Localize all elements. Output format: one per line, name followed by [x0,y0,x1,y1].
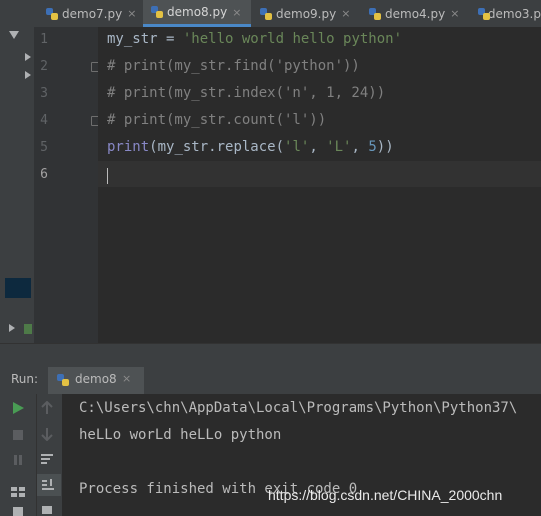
python-run-icon [57,374,69,386]
tab-label: demo8.py [167,5,228,19]
line-number: 1 [40,32,48,47]
python-file-icon [478,7,490,20]
text-caret [107,168,108,184]
run-label: Run: [11,372,39,386]
tab-bar-left-corner [0,0,34,27]
console-line: heLLo worLd heLLo python [79,427,282,443]
collapse-arrow-icon[interactable] [8,30,20,40]
python-file-icon [369,7,381,20]
stop-icon[interactable] [11,428,25,442]
pause-icon[interactable] [11,453,25,467]
toolbar-divider [36,394,37,516]
editor-gutter [34,27,98,343]
expand-arrow-icon[interactable] [24,52,32,62]
project-tree-selection[interactable] [5,278,31,298]
print-icon[interactable] [40,504,54,516]
soft-wrap-icon[interactable] [40,452,54,466]
close-tab-icon[interactable]: × [341,7,350,20]
tab-demo8[interactable]: demo8.py × [143,0,251,27]
tab-label: demo4.py [385,6,446,21]
library-icon [24,324,32,334]
expand-arrow-icon[interactable] [8,323,16,333]
console-line: C:\Users\chn\AppData\Local\Programs\Pyth… [79,400,518,416]
line-number: 5 [40,140,48,155]
scroll-down-icon[interactable] [40,427,54,441]
rerun-icon[interactable] [11,401,25,415]
close-run-tab-icon[interactable]: × [122,372,131,385]
expand-arrow-icon[interactable] [24,70,32,80]
close-tab-icon[interactable]: × [127,7,136,20]
tab-label: demo9.py [276,6,337,21]
tab-demo4[interactable]: demo4.py × [361,0,469,27]
panel-splitter[interactable] [0,343,541,368]
code-line-5: print(my_str.replace('l', 'L', 5)) [107,139,394,155]
tab-demo9[interactable]: demo9.py × [252,0,360,27]
line-number: 2 [40,59,48,74]
python-file-icon [46,7,58,20]
code-line-2: # print(my_str.find('python')) [107,58,360,74]
tab-demo7[interactable]: demo7.py × [38,0,142,27]
current-line-highlight [98,161,541,187]
code-line-3: # print(my_str.index('n', 1, 24)) [107,85,386,101]
code-line-4: # print(my_str.count('l')) [107,112,327,128]
line-number: 4 [40,113,48,128]
tab-demo3[interactable]: demo3.p [470,0,541,27]
run-tab-label: demo8 [75,372,117,386]
tab-label: demo3.p [487,6,541,21]
settings-icon[interactable] [10,505,26,516]
layout-icon[interactable] [10,485,26,499]
python-file-icon [151,6,163,18]
python-file-icon [260,7,272,20]
scroll-up-icon[interactable] [40,401,54,415]
close-tab-icon[interactable]: × [232,6,241,19]
line-number: 6 [40,167,48,182]
line-number: 3 [40,86,48,101]
scroll-to-end-icon [42,479,54,490]
code-line-1: my_str = 'hello world hello python' [107,31,403,47]
tab-label: demo7.py [62,6,123,21]
close-tab-icon[interactable]: × [450,7,459,20]
watermark: https://blog.csdn.net/CHINA_2000chn [268,487,503,503]
